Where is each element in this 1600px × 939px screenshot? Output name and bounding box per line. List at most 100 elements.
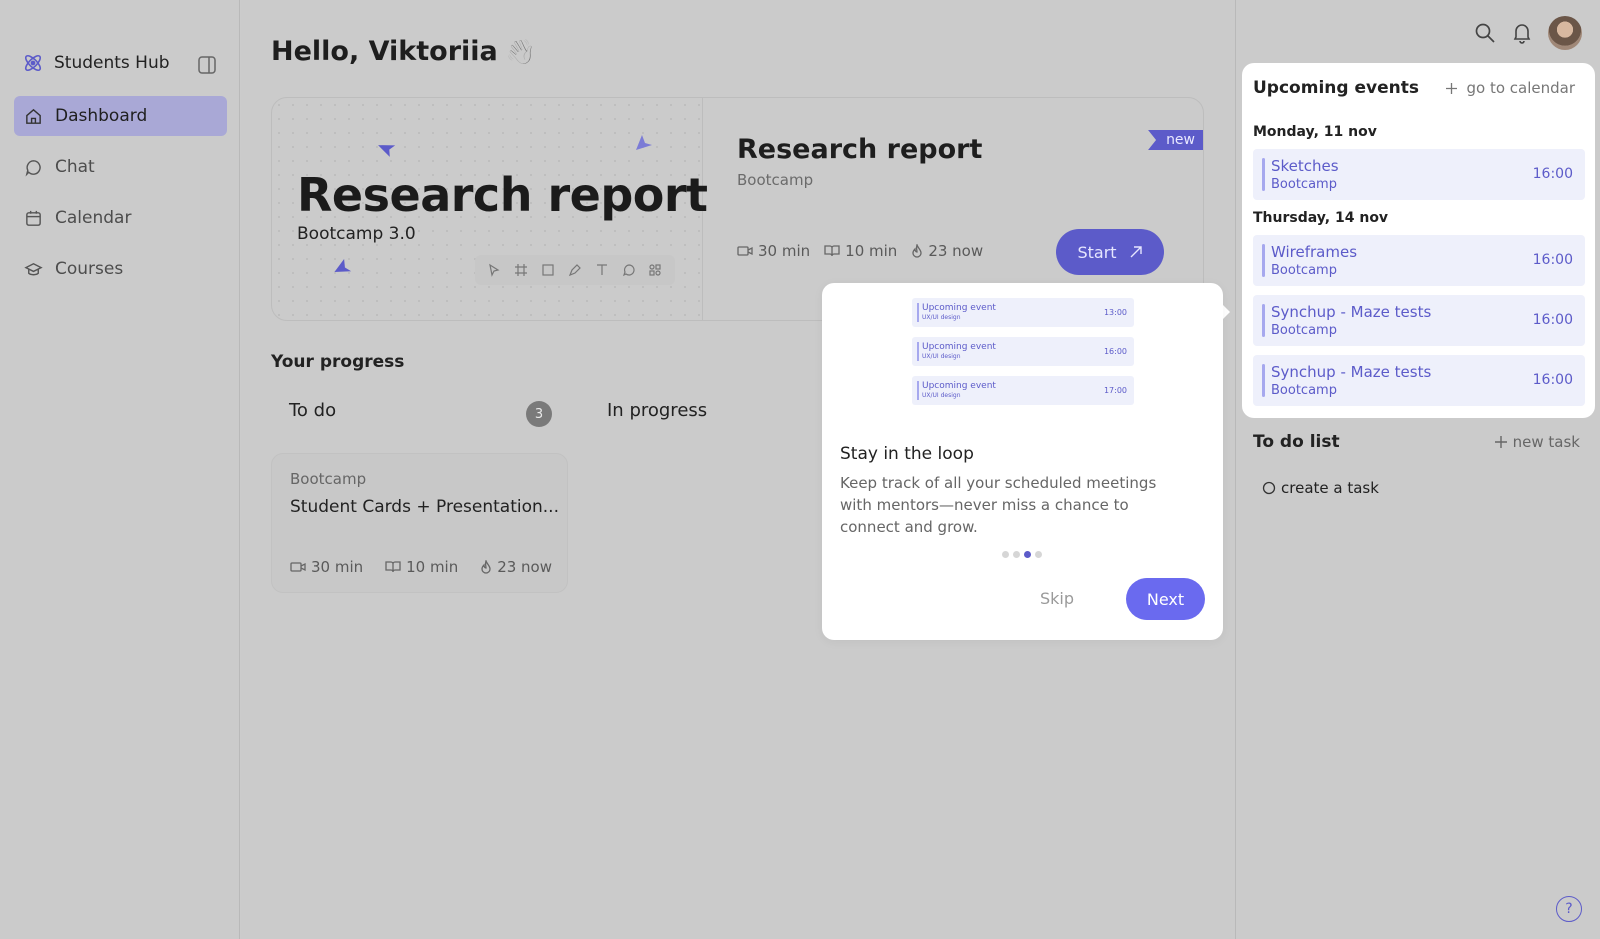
rectangle-icon [542,264,554,276]
day-label: Monday, 11 nov [1253,124,1377,140]
text-icon [596,264,607,275]
circle-checkbox-icon[interactable] [1262,481,1276,495]
home-icon [26,108,41,124]
pen-icon [568,264,581,277]
mini-event: Upcoming event UX/UI design 13:00 [912,298,1134,327]
video-duration: 30 min [737,242,810,260]
step-indicator [1002,551,1042,558]
skip-button[interactable]: Skip [1040,589,1074,608]
event-item[interactable]: Synchup - Maze tests Bootcamp 16:00 [1253,295,1585,346]
step-dot[interactable] [1013,551,1020,558]
column-todo-header: To do [289,400,337,421]
onboarding-popover: Upcoming event UX/UI design 13:00 Upcomi… [822,283,1223,640]
sidebar: Students Hub Dashboard Chat Calendar Cou… [0,0,240,939]
todo-item[interactable]: create a task [1262,479,1379,497]
step-dot[interactable] [1035,551,1042,558]
page-title: Hello, Viktoriia 👋 [271,36,536,67]
todo-list-title: To do list [1253,432,1340,452]
popover-title: Stay in the loop [840,444,974,464]
event-name: Sketches [1271,157,1339,175]
new-task-button[interactable]: new task [1494,433,1580,451]
app-name: Students Hub [54,53,170,73]
sidebar-item-label: Courses [55,259,124,279]
read-duration: 10 min [385,558,458,576]
active-learners: 23 now [480,558,552,576]
event-time: 16:00 [1532,252,1573,268]
task-title: Student Cards + Presentation... [290,497,559,517]
bell-icon[interactable] [1512,22,1532,44]
graduation-cap-icon [24,262,43,275]
active-learners: 23 now [911,242,983,260]
new-badge: new [1148,130,1203,150]
sidebar-item-label: Calendar [55,208,132,228]
atom-logo-icon [24,54,42,72]
book-icon [385,561,401,573]
avatar[interactable] [1548,16,1582,50]
design-toolbar [475,255,675,285]
greeting-text: Hello, Viktoriia [271,36,498,67]
event-category: Bootcamp [1271,323,1337,338]
day-label: Thursday, 14 nov [1253,210,1389,226]
flame-icon [481,560,491,574]
event-category: Bootcamp [1271,383,1337,398]
event-name: Synchup - Maze tests [1271,303,1432,321]
sidebar-item-label: Chat [55,157,95,177]
preview-title: Research report [297,168,708,222]
course-title: Research report [737,134,983,165]
help-button[interactable]: ? [1556,896,1582,922]
plus-icon [1494,436,1507,448]
comment-icon [622,264,635,277]
event-category: Bootcamp [1271,263,1337,278]
next-button[interactable]: Next [1126,578,1205,620]
event-item[interactable]: Synchup - Maze tests Bootcamp 16:00 [1253,355,1585,406]
right-panel: Upcoming events go to calendar Monday, 1… [1235,0,1600,939]
search-icon[interactable] [1474,22,1496,44]
event-name: Synchup - Maze tests [1271,363,1432,381]
video-duration: 30 min [290,558,363,576]
frame-icon [515,264,528,276]
sidebar-toggle-icon[interactable] [196,54,218,76]
start-button[interactable]: Start [1056,229,1164,275]
mini-event: Upcoming event UX/UI design 16:00 [912,337,1134,366]
task-card[interactable]: Bootcamp Student Cards + Presentation...… [271,453,568,593]
course-category: Bootcamp [737,171,814,189]
events-title: Upcoming events [1253,78,1419,98]
course-meta: 30 min 10 min 23 now [737,242,983,260]
components-icon [649,264,662,276]
read-duration: 10 min [824,242,897,260]
pointer-icon [489,263,500,277]
sidebar-item-dashboard[interactable]: Dashboard [14,96,227,136]
video-icon [290,562,306,572]
event-item[interactable]: Sketches Bootcamp 16:00 [1253,149,1585,200]
chat-icon [25,159,41,176]
section-title-progress: Your progress [271,352,405,372]
todo-count-badge: 3 [526,401,552,427]
book-icon [824,245,840,257]
event-time: 16:00 [1532,166,1573,182]
cursor-arrow-icon [378,145,396,157]
wave-icon: 👋 [505,37,536,66]
top-actions [1474,16,1582,50]
brand[interactable]: Students Hub [22,52,218,74]
event-item[interactable]: Wireframes Bootcamp 16:00 [1253,235,1585,286]
task-meta: 30 min 10 min 23 now [290,558,552,576]
course-preview: Research report Bootcamp 3.0 [272,98,708,320]
sidebar-item-chat[interactable]: Chat [14,147,227,187]
step-dot[interactable] [1002,551,1009,558]
sidebar-item-label: Dashboard [55,106,148,126]
go-to-calendar-link[interactable]: go to calendar [1445,79,1575,97]
cursor-arrow-icon [334,259,352,272]
sidebar-item-calendar[interactable]: Calendar [14,198,227,238]
flame-icon [912,244,922,258]
upcoming-events-card: Upcoming events go to calendar Monday, 1… [1242,63,1595,418]
sidebar-item-courses[interactable]: Courses [14,249,227,289]
popover-pointer [1222,304,1230,320]
video-icon [737,246,753,256]
event-time: 16:00 [1532,372,1573,388]
step-dot-active[interactable] [1024,551,1031,558]
plus-icon [1446,82,1458,94]
column-in-progress-header: In progress [607,400,708,421]
calendar-icon [26,210,41,226]
preview-subtitle: Bootcamp 3.0 [297,224,416,244]
arrow-up-right-icon [1130,246,1142,258]
